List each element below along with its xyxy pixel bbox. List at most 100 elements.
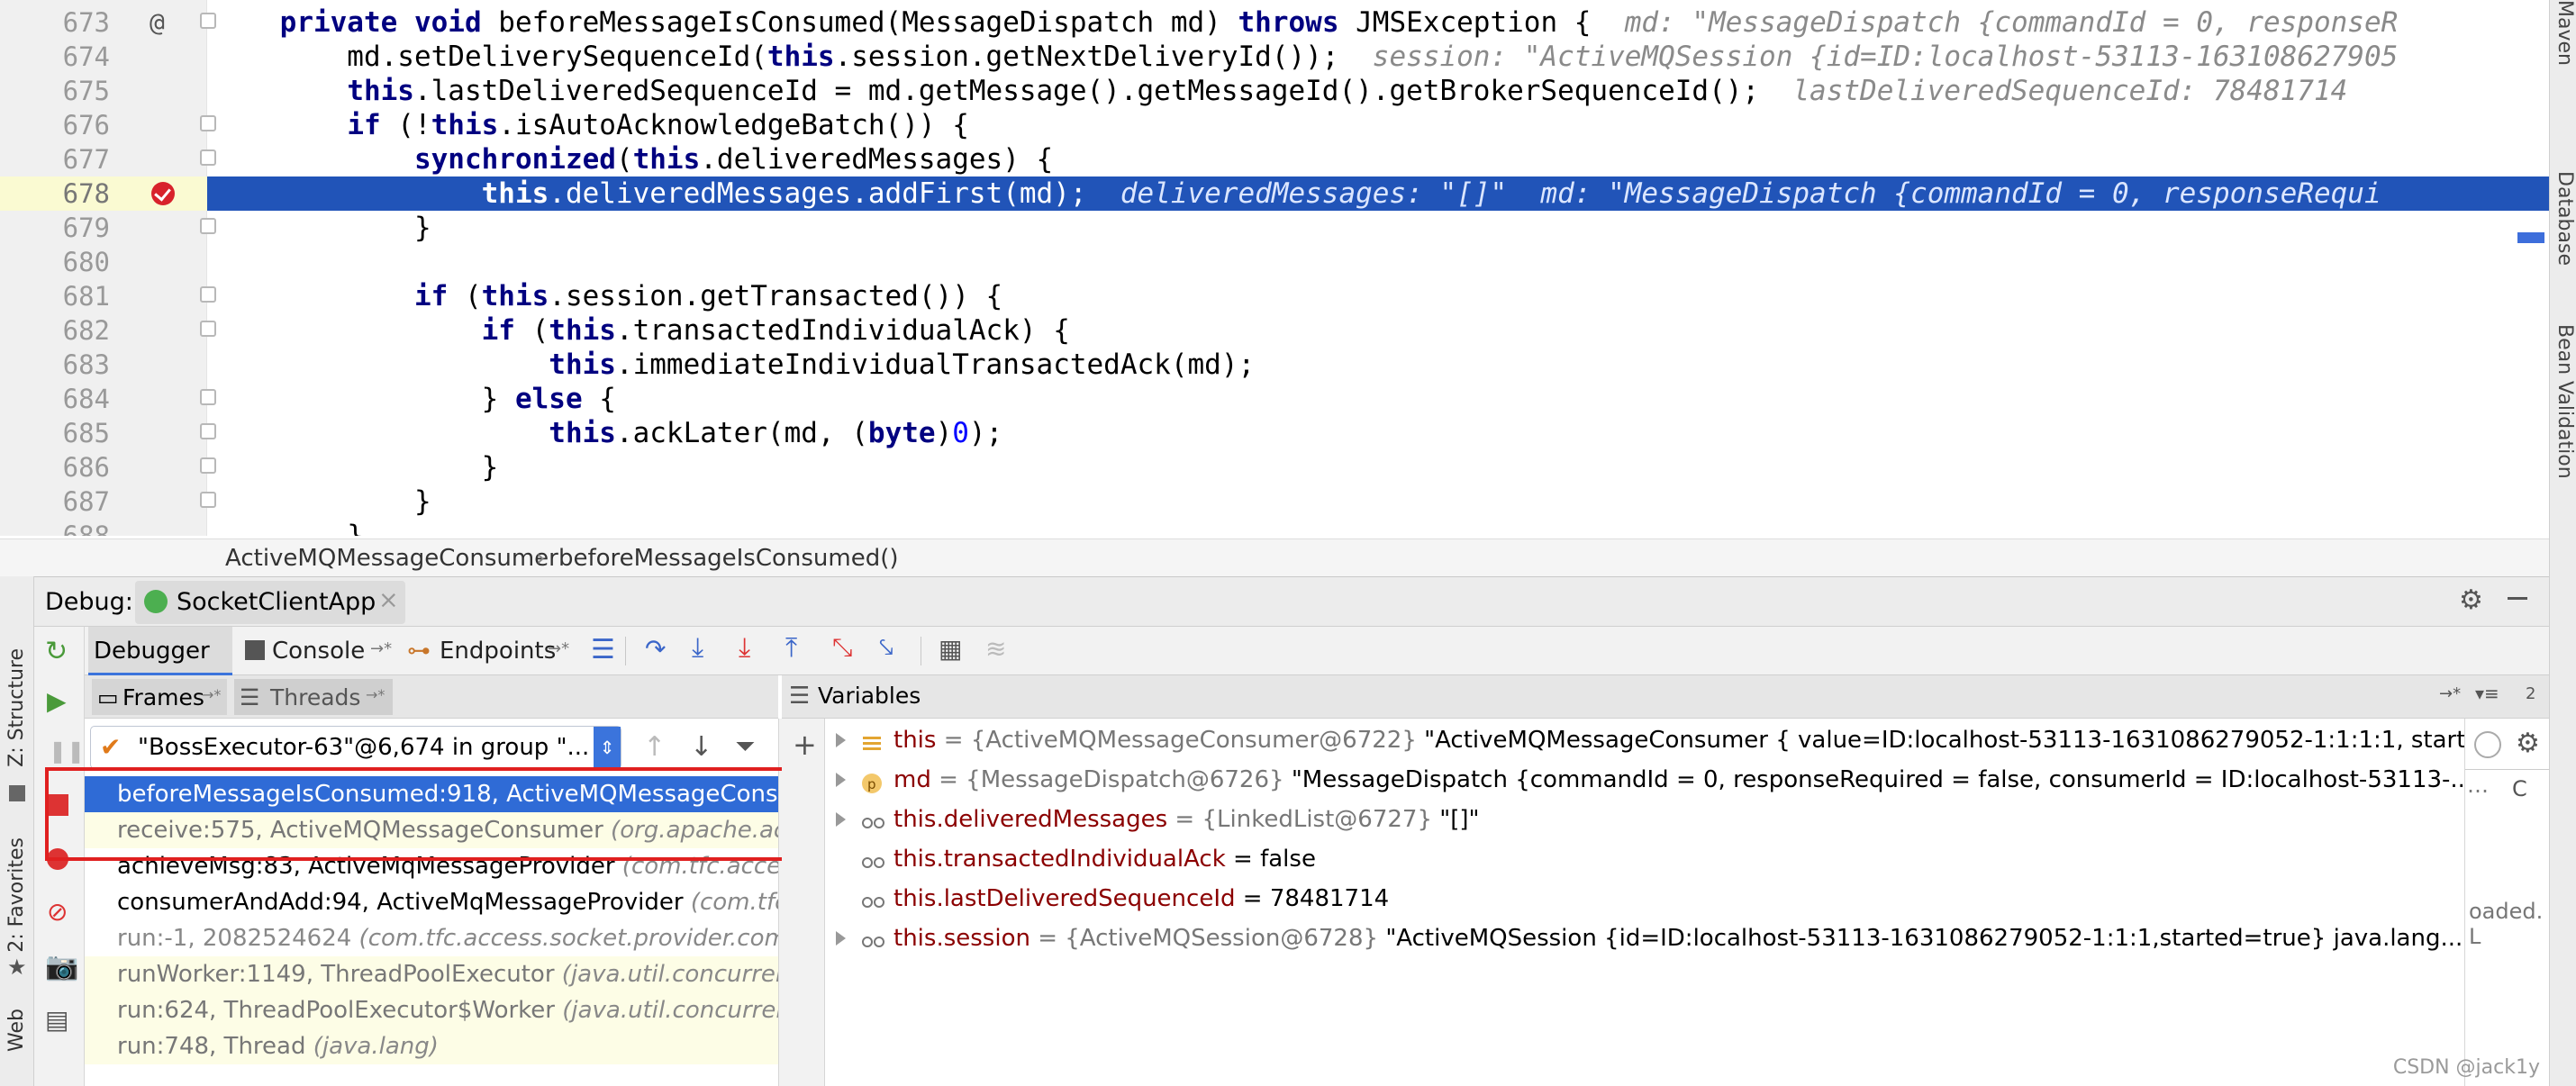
code-line[interactable]: 675 this.lastDeliveredSequenceId = md.ge… xyxy=(0,74,2549,108)
breadcrumb-method[interactable]: beforeMessageIsConsumed() xyxy=(558,545,899,572)
code-line[interactable]: 683 this.immediateIndividualTransactedAc… xyxy=(0,348,2549,382)
code-line[interactable]: 684 } else { xyxy=(0,382,2549,416)
code-line[interactable]: 679 } xyxy=(0,211,2549,245)
rerun-icon[interactable]: ↻ xyxy=(45,636,68,667)
line-number[interactable]: 679 xyxy=(54,211,110,245)
breakpoint-icon[interactable] xyxy=(151,182,175,205)
code-editor[interactable]: 673 @ private void beforeMessageIsConsume… xyxy=(0,0,2549,536)
stack-frame[interactable]: consumerAndAdd:94, ActiveMqMessageProvid… xyxy=(85,884,778,920)
code-line[interactable]: 685 this.ackLater(md, (byte)0); xyxy=(0,416,2549,450)
line-number[interactable]: 680 xyxy=(54,245,110,279)
variable-row[interactable]: this.lastDeliveredSequenceId = 78481714 xyxy=(825,881,2464,917)
breadcrumb-class[interactable]: ActiveMQMessageConsumer xyxy=(225,545,558,572)
editor-scrollbar-marker[interactable] xyxy=(2517,232,2544,243)
line-number[interactable]: 674 xyxy=(54,40,110,74)
line-number[interactable]: 675 xyxy=(54,74,110,108)
expand-arrow-icon[interactable] xyxy=(836,931,846,946)
stack-frame[interactable]: runWorker:1149, ThreadPoolExecutor (java… xyxy=(85,956,778,992)
line-number[interactable]: 683 xyxy=(54,348,110,382)
pin-icon[interactable]: →* xyxy=(2439,684,2461,703)
code-line[interactable]: 677 synchronized(this.deliveredMessages)… xyxy=(0,142,2549,176)
camera-icon[interactable]: 📷 xyxy=(45,951,78,982)
line-number[interactable]: 687 xyxy=(54,484,110,519)
layout-menu-icon[interactable]: ▾≡ xyxy=(2475,683,2499,704)
code-line[interactable]: 682 if (this.transactedIndividualAck) { xyxy=(0,313,2549,348)
session-tab[interactable]: SocketClientApp × xyxy=(135,581,405,624)
layout-icon[interactable]: ▤ xyxy=(45,1005,68,1035)
variable-row[interactable]: this = {ActiveMQMessageConsumer@6722} "A… xyxy=(825,722,2464,758)
variables-tree[interactable]: this = {ActiveMQMessageConsumer@6722} "A… xyxy=(825,719,2464,1086)
pause-icon[interactable]: ❚❚ xyxy=(49,738,85,764)
filter-icon[interactable]: ⏷ xyxy=(735,731,755,762)
gear-icon[interactable]: ⚙ xyxy=(2516,728,2540,759)
evaluate-expression-icon[interactable]: ▦ xyxy=(939,634,962,664)
variable-row[interactable]: this.session = {ActiveMQSession@6728} "A… xyxy=(825,920,2464,956)
code-line[interactable]: 686 } xyxy=(0,450,2549,484)
code-line[interactable]: 681 if (this.session.getTransacted()) { xyxy=(0,279,2549,313)
tab-frames[interactable]: ▭ Frames →* xyxy=(92,679,227,715)
code-line[interactable]: 687 } xyxy=(0,484,2549,519)
tab-console[interactable]: Console xyxy=(272,638,365,665)
maven-tool-tab[interactable]: Maven xyxy=(2553,0,2576,66)
search-icon[interactable] xyxy=(2474,731,2501,758)
arrow-down-icon[interactable]: ↓ xyxy=(690,731,712,763)
expand-arrow-icon[interactable] xyxy=(836,812,846,827)
variable-row[interactable]: this.transactedIndividualAck = false xyxy=(825,841,2464,877)
line-number[interactable]: 688 xyxy=(54,519,110,536)
variable-row[interactable]: p md = {MessageDispatch@6726} "MessageDis… xyxy=(825,762,2464,798)
step-into-icon[interactable]: ⤓ xyxy=(692,632,703,664)
line-number[interactable]: 685 xyxy=(54,416,110,450)
force-step-into-icon[interactable]: ⤓ xyxy=(739,632,750,664)
line-number[interactable]: 684 xyxy=(54,382,110,416)
pin-tab-icon[interactable]: →* xyxy=(548,639,569,658)
database-tool-tab[interactable]: Database xyxy=(2553,171,2576,266)
expand-arrow-icon[interactable] xyxy=(836,773,846,787)
line-number[interactable]: 686 xyxy=(54,450,110,484)
run-to-cursor-icon[interactable]: ⤥ xyxy=(879,632,893,663)
trace-icon[interactable]: ≋ xyxy=(985,634,1006,664)
stack-frame[interactable]: run:-1, 2082524624 (com.tfc.access.socke… xyxy=(85,920,778,956)
resume-icon[interactable]: ▶ xyxy=(47,686,67,716)
new-watch-icon[interactable]: + xyxy=(793,728,817,762)
close-icon[interactable]: × xyxy=(378,586,399,614)
web-tool-tab[interactable]: Web xyxy=(5,1009,28,1052)
line-number[interactable]: 673 xyxy=(54,5,110,40)
stack-frame[interactable]: run:748, Thread (java.lang) xyxy=(85,1028,778,1064)
code-line[interactable]: 673 @ private void beforeMessageIsConsume… xyxy=(0,5,2549,40)
line-number[interactable]: 677 xyxy=(54,142,110,176)
line-number[interactable]: 682 xyxy=(54,313,110,348)
session-tab-label: SocketClientApp xyxy=(177,588,376,616)
override-icon[interactable]: @ xyxy=(150,5,165,40)
step-over-icon[interactable]: ↷ xyxy=(645,634,666,664)
mute-breakpoints-icon[interactable]: ⊘ xyxy=(47,897,68,927)
minimize-icon[interactable] xyxy=(2508,597,2527,600)
thread-selector[interactable]: ✔ "BossExecutor-63"@6,674 in group "... … xyxy=(90,726,621,769)
line-number[interactable]: 676 xyxy=(54,108,110,142)
variable-row[interactable]: this.deliveredMessages = {LinkedList@672… xyxy=(825,801,2464,837)
chevron-down-icon[interactable]: ⇕ xyxy=(594,727,621,768)
stack-frame[interactable]: run:624, ThreadPoolExecutor$Worker (java… xyxy=(85,992,778,1028)
line-number[interactable]: 681 xyxy=(54,279,110,313)
bean-validation-tool-tab[interactable]: Bean Validation xyxy=(2553,324,2576,479)
code-line[interactable]: 676 if (!this.isAutoAcknowledgeBatch()) … xyxy=(0,108,2549,142)
code-line[interactable]: 680 xyxy=(0,245,2549,279)
pin-tab-icon[interactable]: →* xyxy=(370,639,392,658)
console-fragment: oaded. L xyxy=(2469,899,2544,949)
menu-icon[interactable]: ☰ xyxy=(591,634,615,665)
code-line[interactable]: 678 this.deliveredMessages.addFirst(md);… xyxy=(0,176,2549,211)
drop-frame-icon[interactable]: ⤡ xyxy=(832,632,852,663)
code-line[interactable]: 688 } xyxy=(0,519,2549,536)
arrow-up-icon[interactable]: ↑ xyxy=(643,731,666,763)
code-line[interactable]: 674 md.setDeliverySequenceId(this.sessio… xyxy=(0,40,2549,74)
left-tool-strip: Z: Structure 2: Favorites ★ Web xyxy=(0,576,34,1086)
line-number[interactable]: 678 xyxy=(54,176,110,211)
favorites-tool-tab[interactable]: 2: Favorites xyxy=(5,837,28,953)
expand-arrow-icon[interactable] xyxy=(836,733,846,747)
gear-icon[interactable]: ⚙ xyxy=(2459,584,2483,616)
tab-threads[interactable]: ☰ Threads →* xyxy=(234,679,393,715)
tab-endpoints[interactable]: Endpoints xyxy=(440,638,556,665)
structure-tool-tab[interactable]: Z: Structure xyxy=(5,648,28,767)
step-out-icon[interactable]: ⤒ xyxy=(785,632,797,664)
tab-debugger[interactable]: Debugger xyxy=(88,627,232,675)
